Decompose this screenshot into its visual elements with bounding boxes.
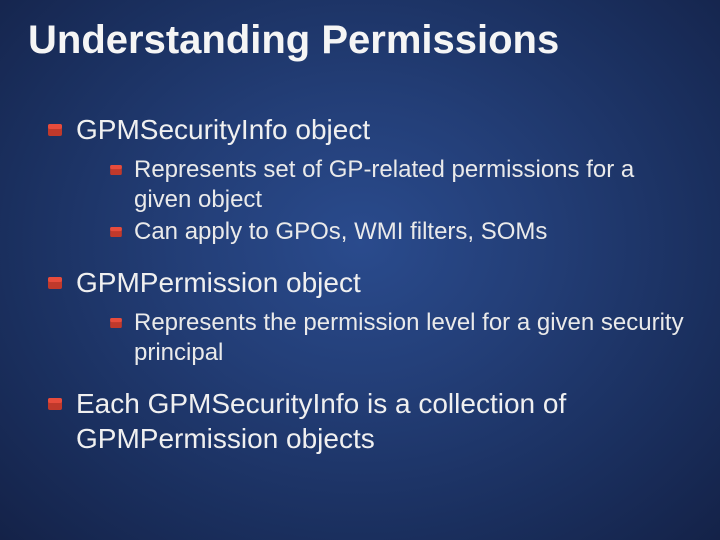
list-item-text: GPMSecurityInfo object [76,114,370,145]
list-item-text: Each GPMSecurityInfo is a collection of … [76,388,566,454]
list-item: Represents set of GP-related permissions… [110,155,692,215]
bullet-icon [48,277,62,289]
slide-title: Understanding Permissions [28,18,692,62]
list-item: Represents the permission level for a gi… [110,308,692,368]
list-item: GPMPermission object Represents the perm… [48,265,692,368]
bullet-list: GPMSecurityInfo object Represents set of… [28,112,692,456]
slide: Understanding Permissions GPMSecurityInf… [0,0,720,540]
list-item-text: Represents set of GP-related permissions… [134,156,634,213]
bullet-icon [110,165,122,175]
list-item-text: GPMPermission object [76,267,361,298]
bullet-icon [48,124,62,136]
bullet-icon [110,318,122,328]
list-item-text: Can apply to GPOs, WMI filters, SOMs [134,218,547,245]
list-item: GPMSecurityInfo object Represents set of… [48,112,692,247]
bullet-icon [110,227,122,237]
list-item: Can apply to GPOs, WMI filters, SOMs [110,217,692,247]
sub-list: Represents set of GP-related permissions… [76,155,692,247]
list-item: Each GPMSecurityInfo is a collection of … [48,386,692,456]
list-item-text: Represents the permission level for a gi… [134,309,684,366]
bullet-icon [48,398,62,410]
sub-list: Represents the permission level for a gi… [76,308,692,368]
